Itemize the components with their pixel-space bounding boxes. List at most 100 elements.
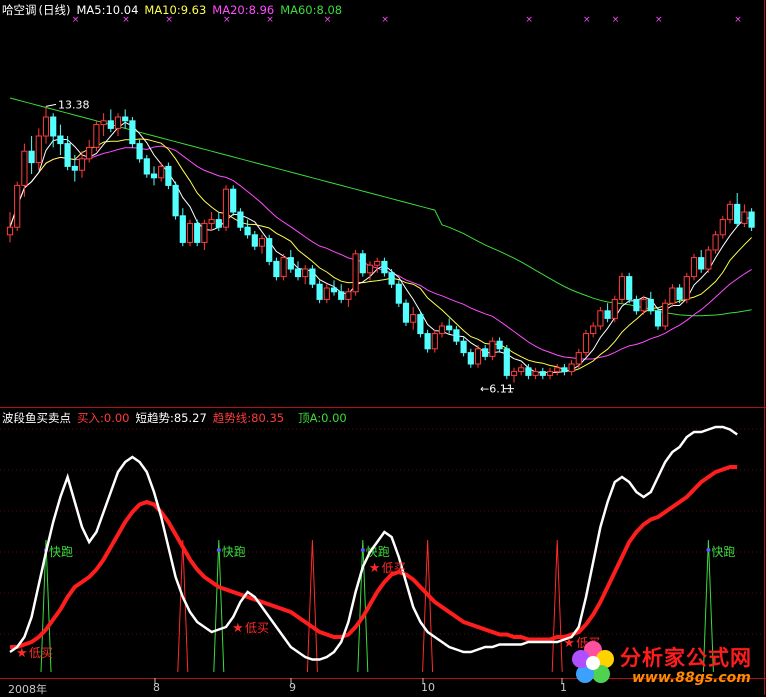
candle	[244, 219, 251, 239]
x-label-3: 10	[421, 681, 435, 694]
candle	[201, 219, 208, 250]
candle	[438, 322, 446, 338]
candle	[712, 231, 719, 254]
low-buy-star: ★	[369, 561, 381, 576]
candle	[287, 250, 294, 273]
top-x-marker: ×	[612, 15, 620, 25]
candle	[280, 253, 287, 281]
candle	[654, 307, 662, 330]
candle	[402, 299, 410, 326]
sell-spike	[551, 539, 563, 673]
watermark-text: 分析家公式网	[620, 646, 752, 670]
sell-spike	[422, 539, 434, 673]
candle	[597, 307, 604, 330]
indicator-panel-header: 波段鱼买卖点 买入:0.00 短趋势:85.27 趋势线:80.35 顶A:0.00	[2, 411, 353, 425]
ma5-readout: MA5:10.04	[76, 3, 139, 17]
quick-run-label: 快跑	[222, 545, 246, 559]
candle	[316, 280, 323, 304]
watermark-url: www.88gs.com	[632, 670, 751, 686]
ma5-line	[9, 121, 752, 373]
candle	[611, 295, 618, 323]
candle	[107, 109, 114, 133]
short-trend-readout: 短趋势:85.27	[135, 411, 207, 425]
low-buy-label: 低买	[29, 646, 53, 660]
candle	[165, 162, 172, 190]
candle	[683, 272, 690, 304]
low-buy-label: 低买	[245, 621, 269, 635]
candle	[100, 113, 107, 136]
candle	[748, 208, 755, 231]
candle	[172, 181, 179, 220]
candle	[690, 253, 698, 281]
candle	[309, 265, 316, 288]
candle	[590, 322, 597, 338]
candle	[561, 364, 568, 376]
candle	[698, 250, 705, 273]
candle	[273, 257, 280, 281]
candle	[568, 360, 575, 376]
candle	[460, 337, 467, 357]
candle	[338, 284, 345, 304]
high-marker-line	[45, 103, 57, 107]
candle	[194, 219, 201, 247]
candle	[323, 284, 330, 304]
stock-title: 哈空调	[2, 3, 37, 17]
candle	[489, 337, 496, 361]
top-x-marker: ×	[525, 15, 533, 25]
candle	[179, 208, 186, 247]
candle	[474, 345, 482, 368]
candle	[302, 265, 309, 285]
candle	[93, 120, 100, 152]
quick-run-label: 快跑	[711, 545, 735, 559]
candle	[482, 345, 489, 361]
top-readout: 顶A:0.00	[298, 411, 347, 425]
top-x-marker: ×	[583, 15, 591, 25]
top-x-marker: ×	[381, 15, 389, 25]
candle	[662, 299, 669, 330]
candle	[208, 212, 215, 231]
candle	[726, 200, 734, 224]
flower-logo-icon	[572, 641, 614, 683]
watermark-logo: 分析家公式网 www.88gs.com	[566, 636, 762, 692]
quick-run-dot	[360, 548, 365, 552]
candle	[546, 367, 554, 380]
candle	[230, 185, 237, 216]
candle	[6, 212, 14, 243]
candle	[158, 162, 165, 182]
candle	[496, 337, 503, 353]
candle	[330, 280, 338, 296]
candle	[14, 181, 21, 231]
candle	[42, 106, 50, 144]
x-label-2: 9	[289, 681, 296, 694]
candle	[467, 348, 474, 368]
candle	[122, 109, 129, 129]
candle	[395, 280, 402, 307]
candle	[503, 345, 510, 380]
low-buy-star: ★	[232, 621, 244, 636]
quick-run-spike	[213, 539, 225, 673]
ma10-readout: MA10:9.63	[144, 3, 207, 17]
x-label-1: 8	[153, 681, 160, 694]
low-buy-star: ★	[16, 646, 28, 661]
candle	[359, 250, 366, 277]
candle	[532, 367, 539, 380]
candle	[345, 288, 352, 307]
candle	[35, 128, 42, 171]
candle	[424, 329, 431, 353]
candle	[575, 348, 582, 368]
indicator-name: 波段鱼买卖点	[2, 411, 71, 425]
period-label: (日线)	[38, 3, 71, 17]
candle	[446, 318, 453, 334]
high-marker-label: 13.38	[58, 98, 90, 111]
ma20-line	[9, 145, 752, 360]
candle	[294, 261, 302, 281]
candle	[129, 117, 136, 148]
candle	[518, 364, 525, 376]
candle	[266, 234, 273, 266]
quick-run-label: 快跑	[49, 545, 73, 559]
candle	[222, 185, 230, 231]
candle	[352, 250, 359, 296]
candle	[136, 139, 143, 163]
ma20-readout: MA20:8.96	[212, 3, 275, 17]
candle	[258, 234, 266, 254]
